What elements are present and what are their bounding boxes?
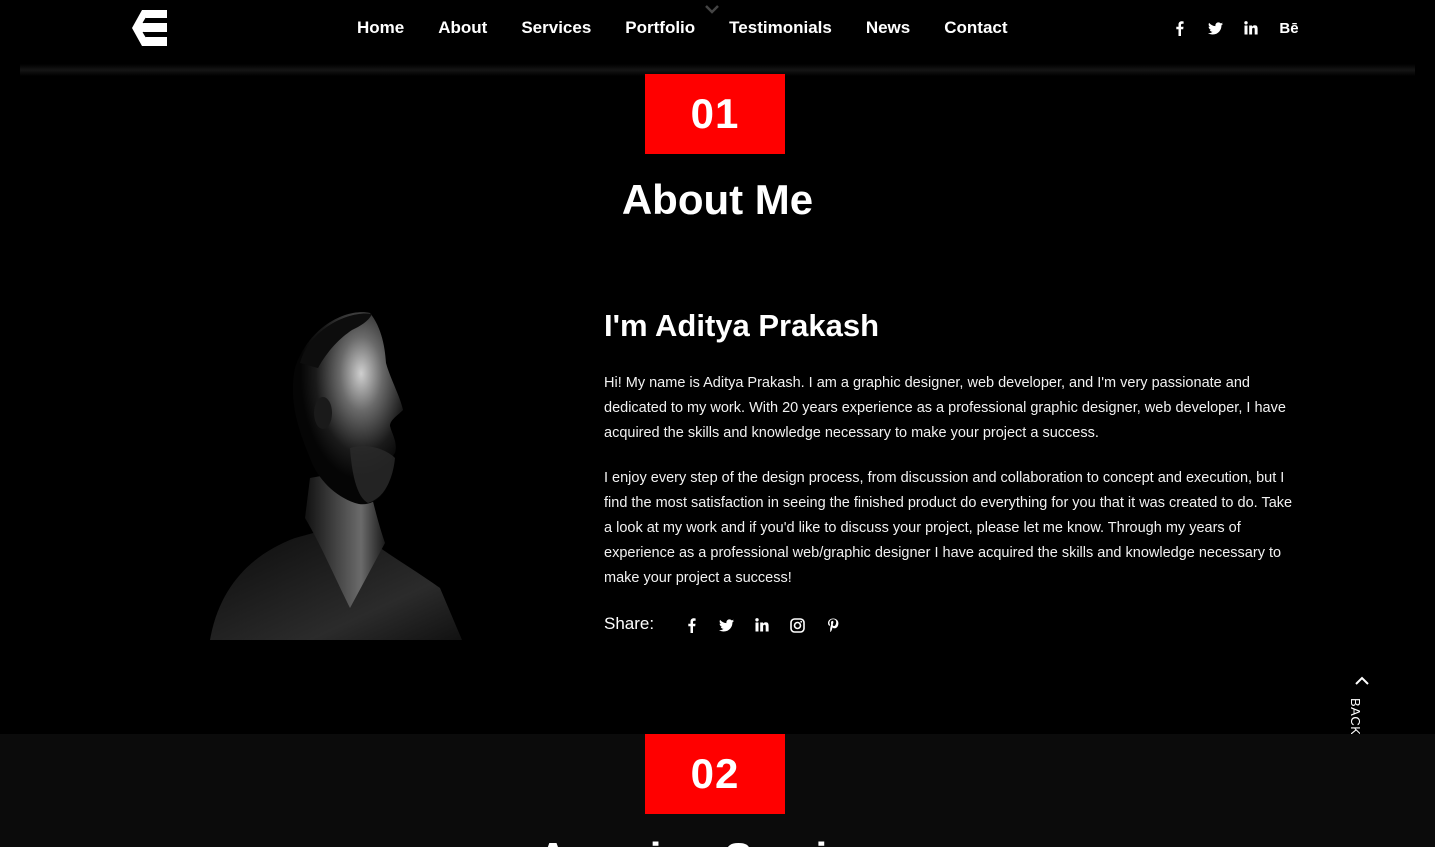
nav-news[interactable]: News bbox=[866, 18, 910, 38]
about-paragraph-1: Hi! My name is Aditya Prakash. I am a gr… bbox=[604, 375, 1286, 441]
section-number-badge: 02 bbox=[645, 734, 785, 814]
section-number-badge: 01 bbox=[645, 74, 785, 154]
about-paragraph-2: I enjoy every step of the design process… bbox=[604, 470, 1293, 586]
profile-name: I'm Aditya Prakash bbox=[604, 308, 880, 343]
share-links bbox=[682, 616, 860, 634]
pinterest-icon[interactable] bbox=[824, 616, 842, 634]
section-title: About Me bbox=[621, 176, 814, 223]
section-title: Amazing Services bbox=[0, 834, 1435, 847]
twitter-icon[interactable] bbox=[718, 616, 736, 634]
facebook-icon[interactable] bbox=[1170, 19, 1188, 37]
share-label: Share: bbox=[604, 614, 655, 633]
instagram-icon[interactable] bbox=[789, 616, 807, 634]
behance-icon[interactable]: Bē bbox=[1279, 19, 1298, 37]
nav-home[interactable]: Home bbox=[357, 18, 404, 38]
portrait-image bbox=[200, 308, 470, 640]
chevron-down-icon[interactable] bbox=[704, 4, 720, 14]
header-social-links: Bē bbox=[1170, 19, 1316, 37]
main-nav: Home About Services Portfolio Testimonia… bbox=[357, 18, 1042, 38]
nav-about[interactable]: About bbox=[438, 18, 487, 38]
nav-contact[interactable]: Contact bbox=[944, 18, 1007, 38]
twitter-icon[interactable] bbox=[1206, 19, 1224, 37]
logo-icon[interactable] bbox=[130, 9, 168, 47]
facebook-icon[interactable] bbox=[682, 616, 700, 634]
linkedin-icon[interactable] bbox=[753, 616, 771, 634]
linkedin-icon[interactable] bbox=[1242, 19, 1260, 37]
nav-testimonials[interactable]: Testimonials bbox=[729, 18, 832, 38]
nav-portfolio[interactable]: Portfolio bbox=[625, 18, 695, 38]
chevron-up-icon bbox=[1355, 676, 1369, 685]
nav-services[interactable]: Services bbox=[521, 18, 591, 38]
site-header: Home About Services Portfolio Testimonia… bbox=[0, 0, 1435, 76]
